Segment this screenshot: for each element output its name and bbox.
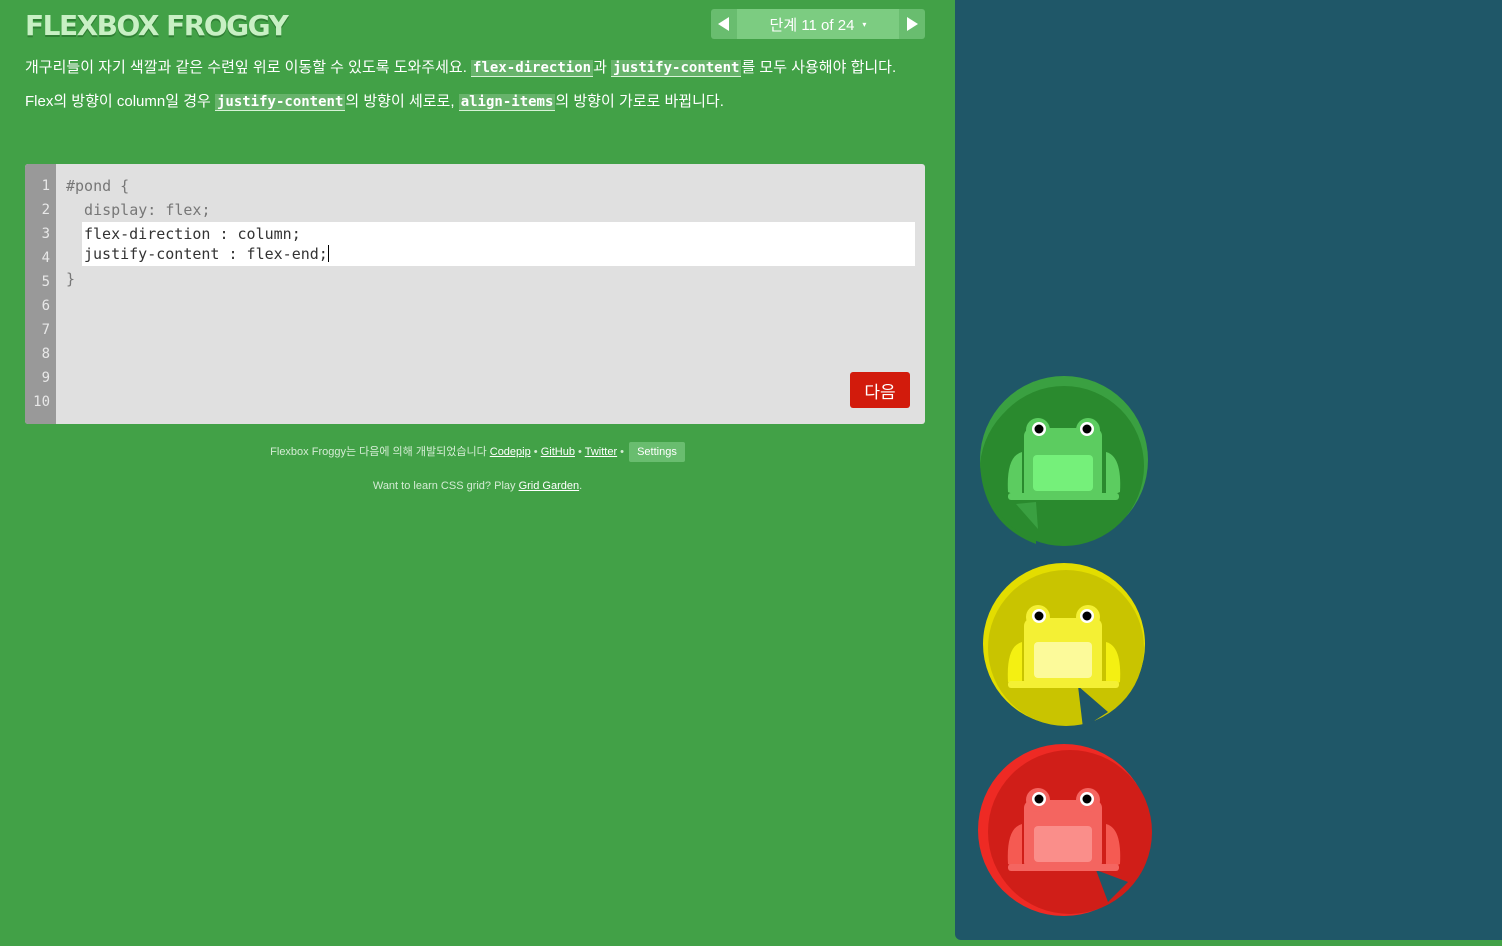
- level-navigation: 단계 11 of 24 ▾: [711, 9, 925, 39]
- triangle-right-icon: [907, 17, 918, 31]
- codepip-link[interactable]: Codepip: [490, 446, 531, 458]
- green-frog-item: [978, 374, 1152, 548]
- promo-suffix: .: [579, 480, 583, 492]
- line-number: 10: [33, 394, 50, 410]
- instruction-text: 개구리들이 자기 색깔과 같은 수련잎 위로 이동할 수 있도록 도와주세요.: [25, 59, 472, 76]
- level-indicator[interactable]: 단계 11 of 24 ▾: [737, 9, 899, 39]
- triangle-left-icon: [718, 17, 729, 31]
- line-number: 4: [41, 250, 50, 266]
- grid-garden-promo: Want to learn CSS grid? Play Grid Garden…: [0, 480, 955, 492]
- line-number: 6: [41, 298, 50, 314]
- line-number: 2: [41, 202, 50, 218]
- code-line-display: display: flex;: [66, 201, 211, 219]
- pond: [955, 0, 1502, 940]
- line-number-gutter: 1 2 3 4 5 6 7 8 9 10: [25, 164, 56, 424]
- instruction-paragraph-2: Flex의 방향이 column일 경우 justify-content 의 방향…: [25, 92, 925, 112]
- settings-button[interactable]: Settings: [629, 442, 685, 462]
- instruction-text: 의 방향이 세로로,: [345, 93, 459, 110]
- line-number: 3: [41, 226, 50, 242]
- code-term: align-items: [458, 94, 556, 111]
- separator: •: [574, 446, 585, 458]
- instruction-text: 의 방향이 가로로 바뀝니다.: [555, 93, 724, 110]
- instructions: 개구리들이 자기 색깔과 같은 수련잎 위로 이동할 수 있도록 도와주세요. …: [25, 58, 925, 126]
- separator: •: [530, 446, 541, 458]
- credits-text: Flexbox Froggy는 다음에 의해 개발되었습니다: [270, 446, 490, 458]
- yellow-frog-item: [978, 562, 1152, 736]
- line-number: 8: [41, 346, 50, 362]
- code-line-closing-brace: }: [66, 270, 76, 288]
- css-input-textarea[interactable]: flex-direction : column; justify-content…: [82, 222, 915, 266]
- app-logo: FLEXBOX FROGGY: [25, 9, 289, 42]
- red-frog-item: [978, 742, 1152, 916]
- green-lilypad-icon: [980, 376, 1148, 546]
- next-level-button[interactable]: [899, 9, 925, 39]
- promo-text: Want to learn CSS grid? Play: [372, 480, 519, 492]
- red-lilypad-icon: [978, 744, 1152, 916]
- previous-level-button[interactable]: [711, 9, 737, 39]
- next-button[interactable]: 다음: [850, 372, 910, 408]
- instruction-text: 과: [593, 59, 612, 76]
- code-term: justify-content: [611, 60, 742, 77]
- instruction-paragraph-1: 개구리들이 자기 색깔과 같은 수련잎 위로 이동할 수 있도록 도와주세요. …: [25, 58, 925, 78]
- line-number: 5: [41, 274, 50, 290]
- credits: Flexbox Froggy는 다음에 의해 개발되었습니다 Codepip •…: [0, 442, 955, 462]
- twitter-link[interactable]: Twitter: [585, 446, 617, 458]
- line-number: 9: [41, 370, 50, 386]
- github-link[interactable]: GitHub: [541, 446, 575, 458]
- sidebar: FLEXBOX FROGGY 단계 11 of 24 ▾ 개구리들이 자기 색깔…: [0, 0, 955, 946]
- instruction-text: Flex의 방향이 column일 경우: [25, 93, 215, 110]
- line-number: 7: [41, 322, 50, 338]
- instruction-text: 를 모두 사용해야 합니다.: [741, 59, 897, 76]
- input-line-1: flex-direction : column;: [84, 225, 301, 243]
- input-line-2-text: justify-content : flex-end;: [84, 245, 328, 263]
- code-editor: 1 2 3 4 5 6 7 8 9 10 #pond { display: fl…: [25, 164, 925, 424]
- input-line-2: justify-content : flex-end;: [84, 245, 329, 263]
- code-term: justify-content: [214, 94, 346, 111]
- chevron-down-icon: ▾: [862, 19, 867, 29]
- text-cursor: [327, 245, 329, 262]
- code-term: flex-direction: [471, 60, 594, 77]
- code-line-selector: #pond {: [66, 177, 130, 195]
- separator: •: [617, 446, 628, 458]
- yellow-lilypad-icon: [983, 563, 1145, 728]
- level-label: 단계 11 of 24: [769, 16, 855, 34]
- grid-garden-link[interactable]: Grid Garden: [519, 480, 580, 492]
- line-number: 1: [41, 178, 50, 194]
